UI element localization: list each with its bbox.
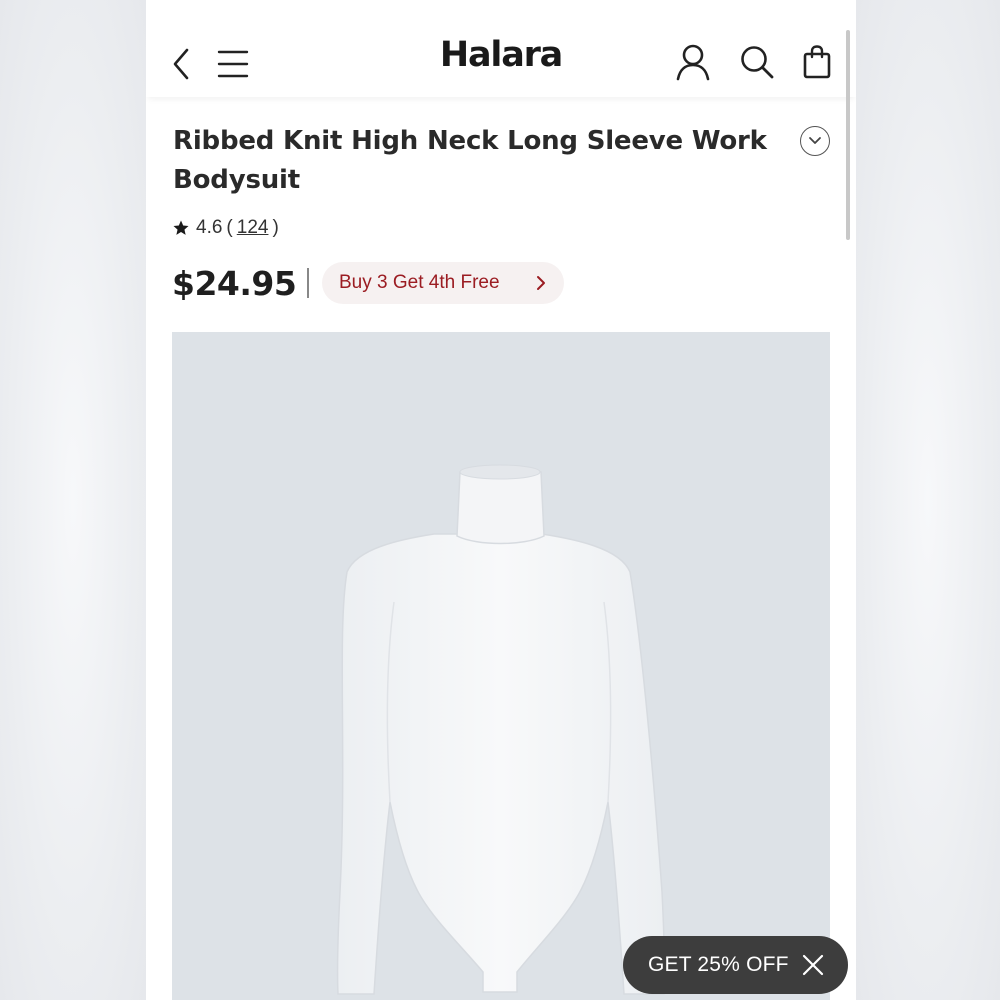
- expand-details-icon[interactable]: [800, 126, 830, 156]
- product-title: Ribbed Knit High Neck Long Sleeve Work B…: [173, 126, 767, 195]
- bodysuit-illustration: [336, 464, 666, 995]
- menu-icon[interactable]: [216, 44, 250, 84]
- product-price: $24.95: [172, 264, 297, 303]
- close-icon[interactable]: [802, 954, 824, 976]
- rating-value: 4.6: [196, 217, 223, 238]
- rating-open-paren: (: [226, 217, 233, 238]
- bag-icon[interactable]: [800, 42, 834, 82]
- brand-logo[interactable]: Halara: [401, 38, 601, 73]
- back-icon[interactable]: [168, 44, 194, 84]
- rating-close-paren: ): [272, 217, 279, 238]
- promo-button[interactable]: Buy 3 Get 4th Free: [322, 262, 564, 304]
- phone-screen: Halara Ribbed Knit High Neck Long Sleeve…: [146, 0, 856, 1000]
- review-count-link[interactable]: 124: [237, 217, 269, 239]
- top-nav-bar: Halara: [146, 0, 856, 97]
- product-rating: 4.6 ( 124 ): [172, 216, 283, 240]
- search-icon[interactable]: [737, 42, 777, 82]
- chevron-right-icon: [537, 276, 545, 290]
- backdrop-right: [856, 0, 1000, 1000]
- scrollbar[interactable]: [846, 30, 850, 240]
- get-discount-popup[interactable]: GET 25% OFF: [623, 936, 848, 994]
- product-image[interactable]: [172, 332, 830, 1000]
- backdrop-left: [0, 0, 146, 1000]
- account-icon[interactable]: [673, 42, 713, 82]
- promo-label: Buy 3 Get 4th Free: [339, 272, 500, 293]
- price-divider: [307, 268, 309, 298]
- discount-label: GET 25% OFF: [648, 953, 789, 976]
- star-icon: [173, 220, 189, 235]
